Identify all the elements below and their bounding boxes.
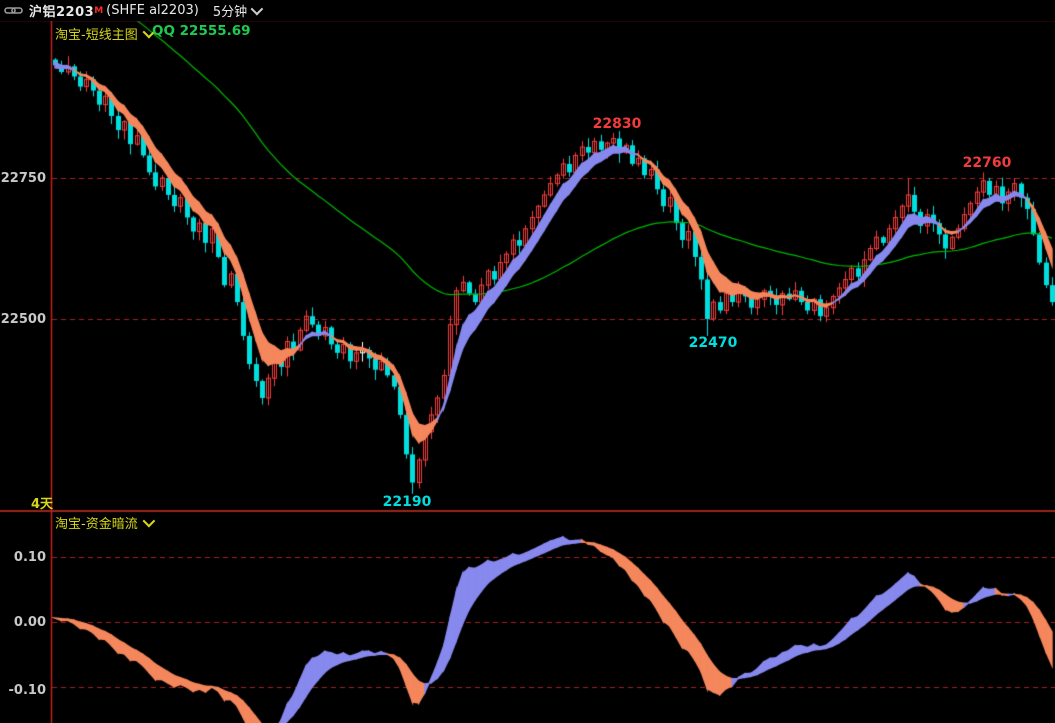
- chevron-down-icon: [250, 2, 264, 16]
- period-label: 5分钟: [212, 5, 248, 20]
- main-indicator-label: 淘宝-短线主图: [55, 28, 138, 43]
- chain-link-icon[interactable]: [4, 5, 23, 16]
- main-indicator-selector[interactable]: 淘宝-短线主图: [55, 24, 155, 43]
- top-bar: 沪铝2203 M (SHFE al2203) 5分钟: [0, 0, 1055, 21]
- chart-canvas[interactable]: [0, 0, 1055, 723]
- symbol-flag: M: [94, 5, 104, 16]
- sub-indicator-label: 淘宝-资金暗流: [55, 517, 138, 532]
- sub-indicator-selector[interactable]: 淘宝-资金暗流: [55, 513, 155, 532]
- trading-app-window: 沪铝2203 M (SHFE al2203) 5分钟 淘宝-短线主图 QQ 22…: [0, 0, 1055, 723]
- period-selector[interactable]: 5分钟: [212, 1, 264, 20]
- symbol-name: 沪铝2203: [29, 5, 95, 20]
- symbol-exchange-code: (SHFE al2203): [106, 3, 199, 18]
